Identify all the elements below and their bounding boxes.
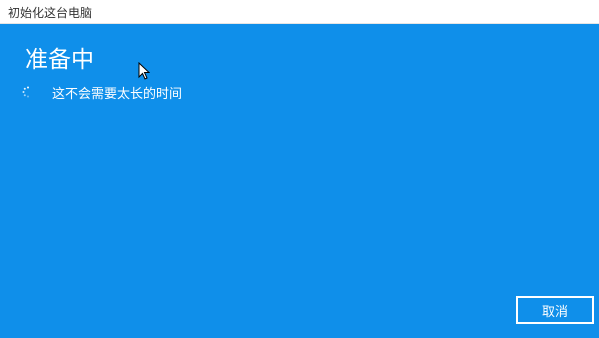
cancel-button[interactable]: 取消 [516, 296, 594, 324]
status-row: 这不会需要太长的时间 [22, 83, 183, 102]
status-message: 这不会需要太长的时间 [52, 86, 183, 102]
title-bar: 初始化这台电脑 [0, 0, 599, 24]
window-title: 初始化这台电脑 [8, 6, 93, 20]
setup-content-panel: 准备中 这不会需要太长的时间 取消 [0, 24, 599, 338]
loading-spinner-icon [22, 86, 29, 98]
setup-window: 初始化这台电脑 准备中 这不会需要太长的时间 取消 [0, 0, 599, 338]
page-title: 准备中 [25, 47, 94, 73]
mouse-cursor-icon [138, 62, 150, 80]
